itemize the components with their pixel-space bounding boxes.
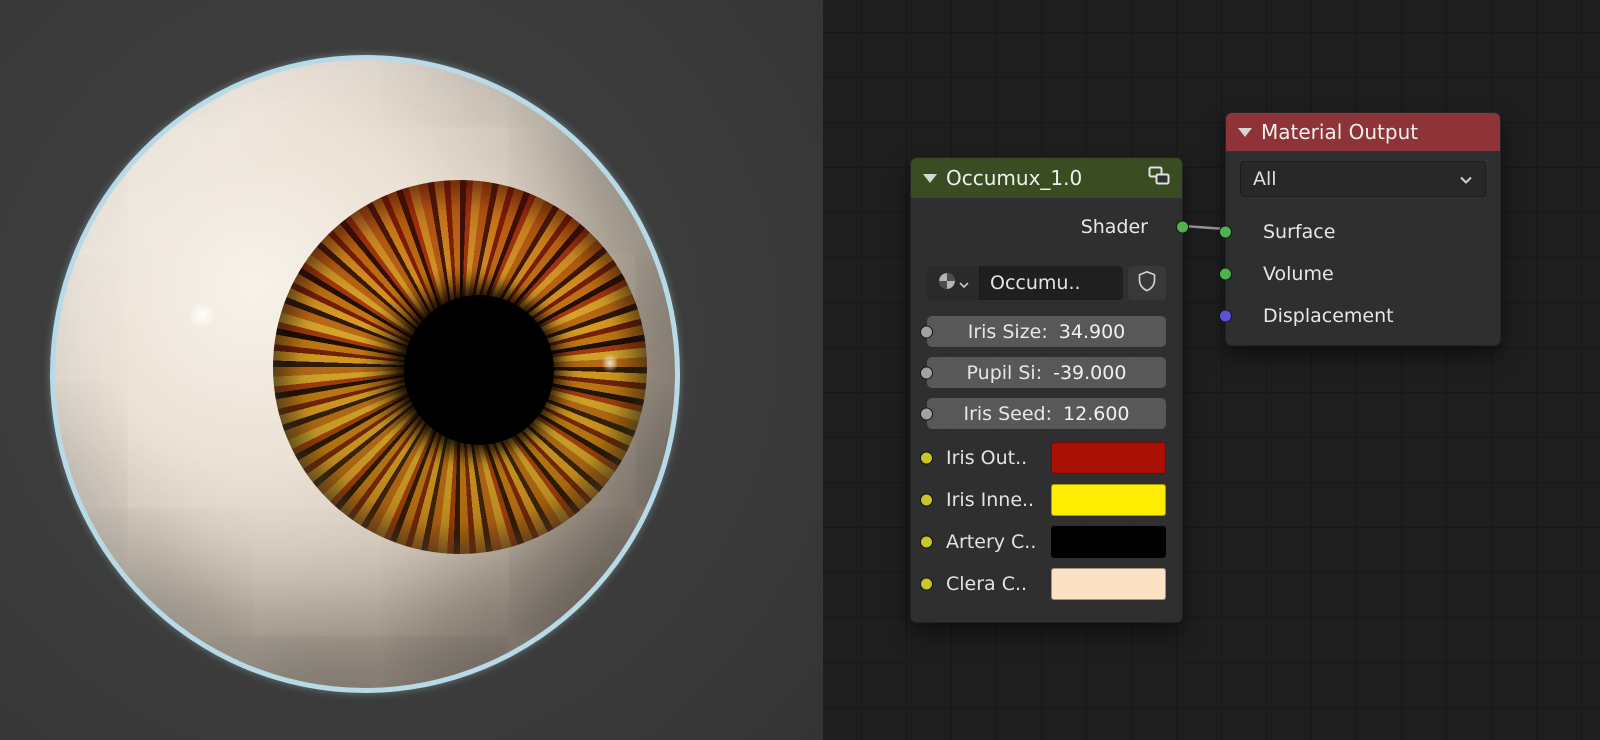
node-group-icon (1148, 166, 1170, 191)
iris-seed-value: 12.600 (1063, 402, 1130, 425)
volume-input-label: Volume (1263, 263, 1334, 285)
iris-size-label: Iris Size: (967, 320, 1048, 343)
eyeball-render (50, 55, 680, 693)
target-dropdown-value: All (1253, 168, 1277, 190)
occumux-node-body: Shader Occumu.. Iris Size: 34.900 Pupil … (911, 198, 1189, 622)
material-browse-button[interactable] (927, 266, 980, 300)
iris-size-slider[interactable]: Iris Size: 34.900 (920, 316, 1166, 347)
iris-outer-color-swatch[interactable] (1051, 442, 1166, 474)
sclera-color-label: Clera C.. (946, 573, 1028, 595)
node-material-output[interactable]: Material Output All Surface Volume Displ… (1219, 112, 1501, 346)
iris (273, 180, 647, 554)
occumux-node-header[interactable]: Occumux_1.0 (911, 158, 1182, 198)
artery-color-row: Artery C.. (920, 526, 1166, 558)
node-occumux[interactable]: Occumux_1.0 Shader Occumu.. Iris Size: 3… (910, 157, 1189, 623)
artery-color-label: Artery C.. (946, 531, 1037, 553)
displacement-input-label: Displacement (1263, 305, 1394, 327)
iris-inner-color-swatch[interactable] (1051, 484, 1166, 516)
pupil-size-label: Pupil Si: (966, 361, 1043, 384)
shield-icon (1137, 270, 1157, 296)
iris-outer-label: Iris Out.. (946, 447, 1028, 469)
iris-seed-slider[interactable]: Iris Seed: 12.600 (920, 398, 1166, 429)
3d-viewport[interactable] (0, 0, 823, 740)
material-output-title: Material Output (1261, 120, 1419, 144)
iris-inner-color-row: Iris Inne.. (920, 484, 1166, 516)
displacement-input-row: Displacement (1219, 295, 1500, 337)
surface-input-socket[interactable] (1219, 225, 1232, 239)
iris-seed-label: Iris Seed: (963, 402, 1053, 425)
iris-outer-input-socket[interactable] (920, 451, 933, 465)
shader-output-socket[interactable] (1176, 220, 1189, 234)
material-name-field[interactable]: Occumu.. (980, 266, 1123, 300)
shader-output-row: Shader (911, 208, 1189, 246)
iris-seed-input-socket[interactable] (920, 407, 933, 420)
surface-input-label: Surface (1263, 221, 1336, 243)
collapse-arrow-icon[interactable] (1238, 127, 1252, 137)
displacement-input-socket[interactable] (1219, 309, 1232, 323)
pupil-size-slider[interactable]: Pupil Si: -39.000 (920, 357, 1166, 388)
shader-output-label: Shader (1080, 216, 1148, 238)
sclera-color-row: Clera C.. (920, 568, 1166, 600)
iris-inner-label: Iris Inne.. (946, 489, 1035, 511)
volume-input-row: Volume (1219, 253, 1500, 295)
pupil-size-value: -39.000 (1053, 361, 1127, 384)
sclera-color-swatch[interactable] (1051, 568, 1166, 600)
material-output-header[interactable]: Material Output (1226, 113, 1500, 151)
chevron-down-icon (1459, 168, 1473, 190)
material-sphere-icon (938, 272, 956, 294)
volume-input-socket[interactable] (1219, 267, 1232, 281)
pupil-size-input-socket[interactable] (920, 366, 933, 379)
material-selector-row: Occumu.. (927, 266, 1166, 300)
shader-node-editor[interactable]: Occumux_1.0 Shader Occumu.. Iris Size: 3… (823, 0, 1600, 740)
fake-user-shield-toggle[interactable] (1128, 266, 1166, 300)
target-dropdown[interactable]: All (1240, 161, 1486, 197)
iris-size-value: 34.900 (1058, 320, 1126, 343)
artery-input-socket[interactable] (920, 535, 933, 549)
sclera-input-socket[interactable] (920, 577, 933, 591)
pupil (404, 295, 554, 445)
iris-size-input-socket[interactable] (920, 325, 933, 338)
surface-input-row: Surface (1219, 211, 1500, 253)
chevron-down-icon (958, 274, 969, 293)
iris-inner-input-socket[interactable] (920, 493, 933, 507)
occumux-node-title: Occumux_1.0 (946, 166, 1083, 190)
iris-outer-color-row: Iris Out.. (920, 442, 1166, 474)
artery-color-swatch[interactable] (1051, 526, 1166, 558)
secondary-highlight (603, 352, 617, 374)
specular-highlight (187, 302, 217, 328)
collapse-arrow-icon[interactable] (923, 173, 937, 183)
material-output-body: All Surface Volume Displacement (1219, 151, 1500, 345)
